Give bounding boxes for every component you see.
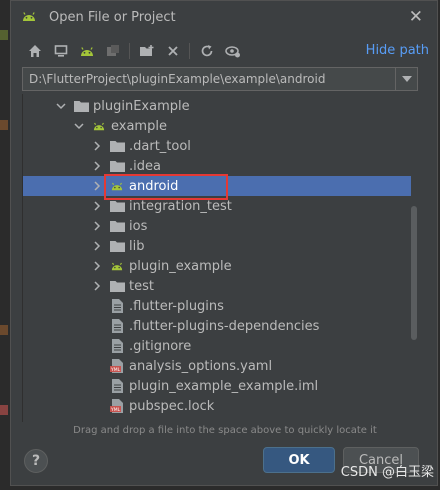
tree-row-label: plugin_example_example.iml (129, 378, 319, 394)
scrollbar-thumb[interactable] (411, 206, 417, 340)
delete-icon[interactable] (163, 41, 183, 61)
path-input[interactable]: D:\FlutterProject\pluginExample\example\… (23, 72, 395, 86)
toolbar-separator (129, 43, 130, 59)
file-chooser-toolbar: Hide path (11, 39, 437, 63)
folder-icon (109, 159, 125, 173)
chevron-right-icon[interactable] (91, 201, 103, 211)
path-field[interactable]: D:\FlutterProject\pluginExample\example\… (22, 67, 418, 91)
dialog-title: Open File or Project (49, 9, 176, 25)
folder-icon (73, 99, 89, 113)
tree-row-label: example (111, 118, 167, 134)
tree-row-label: test (129, 278, 154, 294)
android-folder-icon (109, 259, 125, 273)
android-project-icon[interactable] (77, 41, 97, 61)
chevron-right-icon[interactable] (91, 161, 103, 171)
tree-row-test[interactable]: test (23, 276, 411, 296)
drag-drop-hint: Drag and drop a file into the space abov… (73, 425, 377, 436)
highlight-box (104, 174, 228, 200)
folder-icon (109, 279, 125, 293)
editor-gutter-mark (0, 120, 8, 130)
show-hidden-icon[interactable] (223, 41, 243, 61)
tree-row-analysis-options-yaml[interactable]: YML analysis_options.yaml (23, 356, 411, 376)
folder-icon (109, 199, 125, 213)
vertical-scrollbar[interactable] (410, 94, 418, 422)
module-icon[interactable] (103, 41, 123, 61)
chevron-right-icon[interactable] (91, 181, 103, 191)
tree-row-flutter-plugins-dependencies[interactable]: .flutter-plugins-dependencies (23, 316, 411, 336)
home-icon[interactable] (25, 41, 45, 61)
svg-text:YML: YML (110, 367, 121, 373)
tree-row-label: ios (129, 218, 148, 234)
tree-row-label: analysis_options.yaml (129, 358, 273, 374)
watermark: CSDN @白玉梁 (340, 465, 434, 480)
file-icon (109, 299, 125, 313)
yaml-file-icon: YML (109, 359, 125, 373)
hide-path-link[interactable]: Hide path (366, 43, 429, 58)
tree-row-lib[interactable]: lib (23, 236, 411, 256)
folder-icon (109, 219, 125, 233)
editor-gutter-mark (0, 30, 8, 40)
help-button[interactable]: ? (24, 449, 48, 473)
tree-row-label: .idea (129, 158, 161, 174)
editor-gutter-mark (0, 325, 8, 335)
tree-row-label: .flutter-plugins (129, 298, 224, 314)
editor-gutter-mark (0, 405, 8, 415)
chevron-right-icon[interactable] (91, 241, 103, 251)
tree-row-label: pluginExample (93, 98, 190, 114)
desktop-icon[interactable] (51, 41, 71, 61)
tree-row-example[interactable]: example (23, 116, 411, 136)
ok-button[interactable]: OK (263, 447, 335, 473)
tree-row-pubspec-lock[interactable]: YML pubspec.lock (23, 396, 411, 416)
tree-row-label: pubspec.lock (129, 398, 215, 414)
dialog-titlebar: Open File or Project ✕ (11, 1, 437, 33)
tree-row-idea[interactable]: .idea (23, 156, 411, 176)
tree-row-label: lib (129, 238, 145, 254)
tree-row-label: plugin_example (129, 258, 232, 274)
svg-text:YML: YML (110, 407, 121, 413)
tree-row-plugin-example[interactable]: plugin_example (23, 256, 411, 276)
chevron-right-icon[interactable] (91, 141, 103, 151)
chevron-down-icon[interactable] (395, 68, 417, 90)
tree-row-plugin-example-example-iml[interactable]: plugin_example_example.iml (23, 376, 411, 396)
editor-background-strip (0, 0, 10, 490)
tree-row-pluginexample[interactable]: pluginExample (23, 96, 411, 116)
open-file-dialog: Open File or Project ✕ Hide path D:\Flut… (10, 0, 438, 486)
chevron-down-icon[interactable] (55, 102, 67, 110)
toolbar-separator (189, 43, 190, 59)
refresh-icon[interactable] (197, 41, 217, 61)
android-folder-icon (91, 119, 107, 133)
tree-row-gitignore[interactable]: .gitignore (23, 336, 411, 356)
folder-icon (109, 139, 125, 153)
chevron-right-icon[interactable] (91, 281, 103, 291)
android-icon (21, 9, 37, 26)
file-icon (109, 339, 125, 353)
new-folder-icon[interactable] (137, 41, 157, 61)
close-icon[interactable]: ✕ (409, 7, 423, 27)
file-icon (109, 319, 125, 333)
chevron-right-icon[interactable] (91, 221, 103, 231)
file-tree[interactable]: YML pubspec.lock plugin_example_example.im… (22, 94, 418, 422)
tree-row-label: .gitignore (129, 338, 192, 354)
file-icon (109, 379, 125, 393)
yaml-file-icon: YML (109, 399, 125, 413)
tree-row-label: integration_test (129, 198, 232, 214)
tree-row-label: .dart_tool (129, 138, 191, 154)
tree-row-ios[interactable]: ios (23, 216, 411, 236)
tree-row-flutter-plugins[interactable]: .flutter-plugins (23, 296, 411, 316)
tree-row-label: .flutter-plugins-dependencies (129, 318, 320, 334)
chevron-right-icon[interactable] (91, 261, 103, 271)
tree-row-dart-tool[interactable]: .dart_tool (23, 136, 411, 156)
folder-icon (109, 239, 125, 253)
chevron-down-icon[interactable] (73, 122, 85, 130)
